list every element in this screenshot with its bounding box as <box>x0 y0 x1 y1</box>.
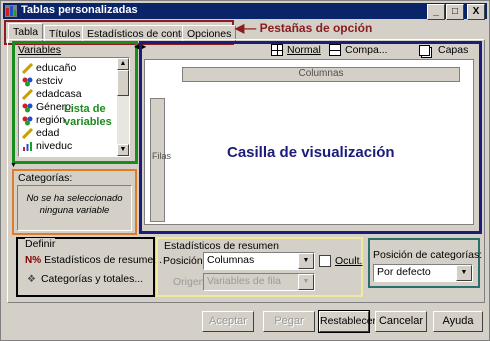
category-position-select[interactable]: Por defecto ▼ <box>373 264 473 282</box>
app-icon <box>5 5 17 17</box>
ruler-icon <box>22 88 33 100</box>
accept-button[interactable]: Aceptar <box>202 311 254 332</box>
scroll-thumb[interactable] <box>117 70 129 96</box>
chevron-down-icon[interactable]: ▼ <box>298 253 314 269</box>
layers-icon <box>419 44 430 56</box>
reset-button[interactable]: Restablecer <box>318 310 376 333</box>
nominal-icon <box>22 116 33 126</box>
ordinal-icon <box>23 141 32 151</box>
list-item[interactable]: estciv <box>22 75 63 87</box>
dialog-window: Tablas personalizadas _ □ X Tabla Títulos … <box>0 0 490 341</box>
categories-empty-message: No se ha seleccionado ninguna variable <box>26 193 123 216</box>
chevron-down-icon[interactable]: ▼ <box>456 265 472 281</box>
grid-icon <box>271 44 283 57</box>
scroll-down-button[interactable]: ▼ <box>117 144 129 156</box>
canvas-annotation: Casilla de visualización <box>227 144 395 161</box>
cancel-button[interactable]: Cancelar <box>375 311 427 332</box>
chevron-down-icon[interactable]: ▼ <box>298 274 314 290</box>
variables-header: Variables <box>18 44 61 56</box>
summary-stats-button[interactable]: N% Estadísticos de resume... <box>25 254 162 266</box>
variables-annotation: Lista de variables <box>64 103 112 128</box>
list-item[interactable]: niveduc <box>22 140 72 152</box>
tabs-annotation-text: Pestañas de opción <box>259 21 373 35</box>
arrow-left-icon: ◀— <box>235 21 257 35</box>
close-button[interactable]: X <box>467 4 485 20</box>
categories-totals-button[interactable]: ❖ Categorías y totales... <box>27 273 143 285</box>
ruler-icon <box>22 62 33 74</box>
tabs-annotation: ◀— Pestañas de opción <box>235 21 372 35</box>
nominal-icon <box>22 77 33 87</box>
position-select-value: Columnas <box>207 254 255 266</box>
view-compact-button[interactable]: Compa... <box>329 44 388 57</box>
title-bar[interactable]: Tablas personalizadas _ □ X <box>3 3 487 20</box>
compact-icon <box>329 44 341 57</box>
table-canvas[interactable]: Columnas Filas Casilla de visualización <box>144 59 474 225</box>
nominal-icon <box>22 103 33 113</box>
list-item[interactable]: educaño <box>22 62 76 74</box>
minimize-button[interactable]: _ <box>427 4 445 20</box>
hide-checkbox[interactable]: Ocult. <box>319 255 362 268</box>
categories-header: Categorías: <box>18 172 73 184</box>
scroll-up-button[interactable]: ▲ <box>117 58 129 70</box>
view-layers-button[interactable]: Capas <box>419 44 468 56</box>
columns-drop-zone[interactable]: Columnas <box>182 67 460 82</box>
categories-list[interactable]: No se ha seleccionado ninguna variable <box>17 185 132 231</box>
splitter-icon: ▼ <box>10 162 17 169</box>
summary-stats-header: Estadísticos de resumen <box>164 240 279 252</box>
list-item[interactable]: edadcasa <box>22 88 82 100</box>
list-item[interactable]: edad <box>22 127 59 139</box>
source-select[interactable]: Variables de fila ▼ <box>203 273 315 291</box>
define-header: Definir <box>25 238 56 250</box>
checkbox-box[interactable] <box>319 255 331 268</box>
ruler-icon <box>22 127 33 139</box>
list-item[interactable]: región <box>22 114 65 126</box>
window-title: Tablas personalizadas <box>21 4 138 16</box>
view-normal-button[interactable]: Normal <box>271 44 321 57</box>
categories-icon: ❖ <box>27 274 36 285</box>
paste-button[interactable]: Pegar <box>263 311 315 332</box>
position-label: Posición: <box>163 255 206 267</box>
position-select[interactable]: Columnas ▼ <box>203 252 315 270</box>
help-button[interactable]: Ayuda <box>433 311 483 332</box>
category-position-label: Posición de categorías: <box>373 249 483 261</box>
source-select-value: Variables de fila <box>207 275 281 287</box>
rows-drop-zone[interactable]: Filas <box>150 98 171 222</box>
rows-label: Filas <box>152 151 172 161</box>
percent-icon: N% <box>25 255 42 266</box>
category-position-value: Por defecto <box>377 266 431 278</box>
maximize-button[interactable]: □ <box>446 4 464 20</box>
